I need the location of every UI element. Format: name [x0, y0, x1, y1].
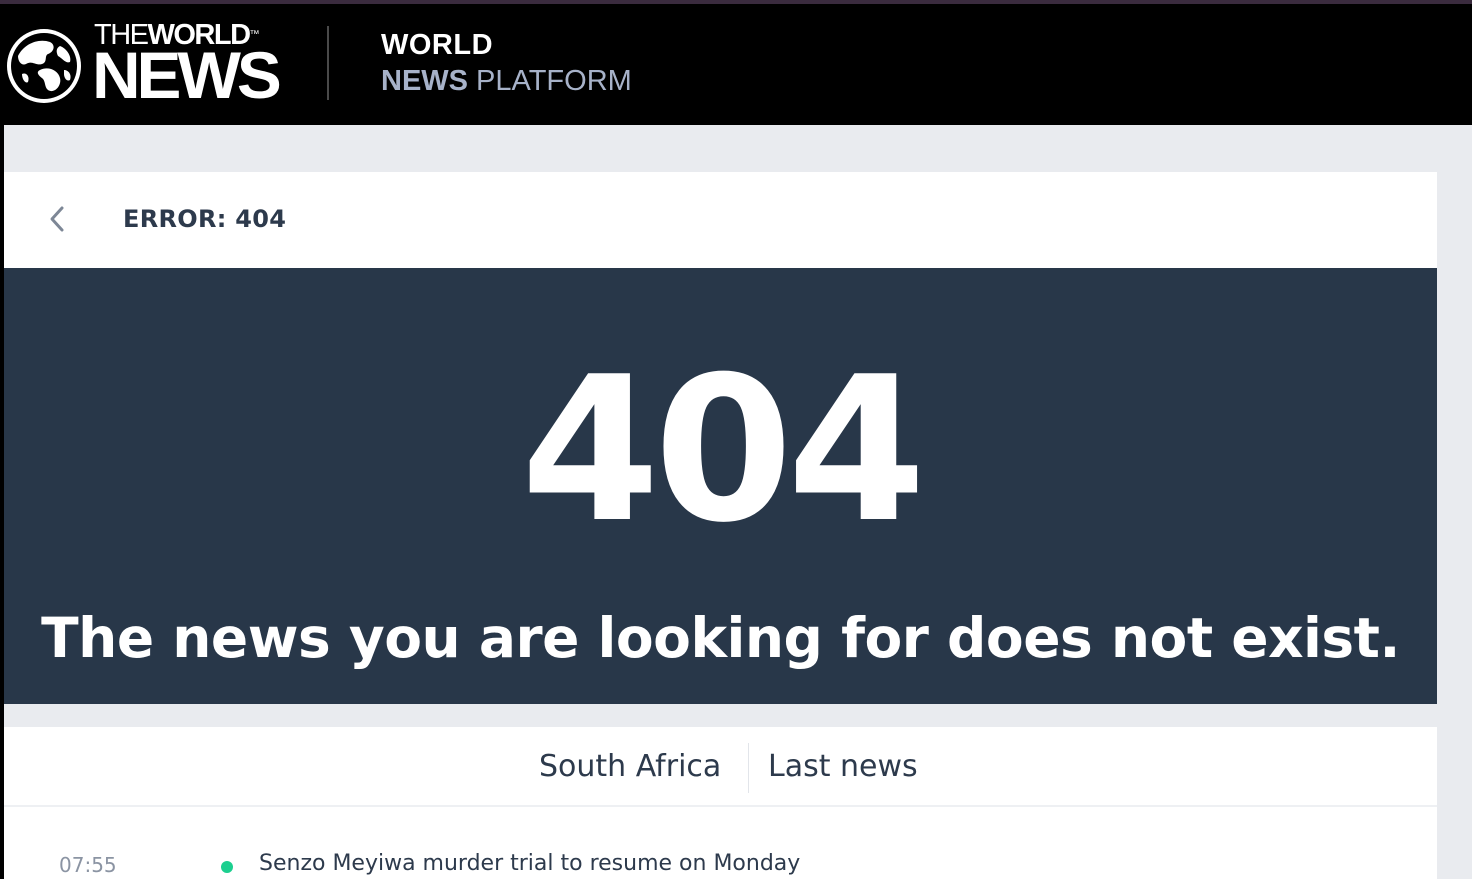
status-dot-icon: [221, 861, 233, 873]
logo-news-text: NEWS: [92, 38, 282, 112]
error-hero: 404 The news you are looking for does no…: [4, 268, 1437, 704]
platform-title: WORLD NEWS PLATFORM: [381, 28, 632, 100]
browser-viewport: THEWORLD™ NEWS WORLD NEWS PLATFORM ERROR…: [0, 0, 1472, 879]
news-tabs: South Africa Last news: [4, 727, 1437, 807]
news-list-item[interactable]: 07:55 Senzo Meyiwa murder trial to resum…: [4, 851, 1437, 879]
tab-south-africa[interactable]: South Africa: [539, 749, 721, 784]
error-code: 404: [520, 334, 926, 567]
header-divider: [327, 26, 329, 100]
main-content: ERROR: 404 404 The news you are looking …: [4, 125, 1472, 879]
tab-last-news[interactable]: Last news: [768, 749, 918, 784]
globe-icon: [7, 29, 81, 103]
chevron-left-icon[interactable]: [42, 202, 72, 236]
error-message: The news you are looking for does not ex…: [41, 606, 1400, 670]
site-header: THEWORLD™ NEWS WORLD NEWS PLATFORM: [0, 4, 1472, 125]
news-headline-link[interactable]: Senzo Meyiwa murder trial to resume on M…: [259, 851, 800, 876]
news-panel: South Africa Last news 07:55 Senzo Meyiw…: [4, 727, 1437, 879]
platform-title-line1: WORLD: [381, 29, 494, 61]
error-header-bar: ERROR: 404: [4, 172, 1437, 268]
error-title: ERROR: 404: [123, 205, 287, 233]
tab-divider: [748, 743, 749, 793]
platform-title-line2: NEWS PLATFORM: [381, 65, 632, 97]
site-logo[interactable]: THEWORLD™ NEWS: [4, 20, 304, 112]
news-time: 07:55: [59, 853, 117, 877]
